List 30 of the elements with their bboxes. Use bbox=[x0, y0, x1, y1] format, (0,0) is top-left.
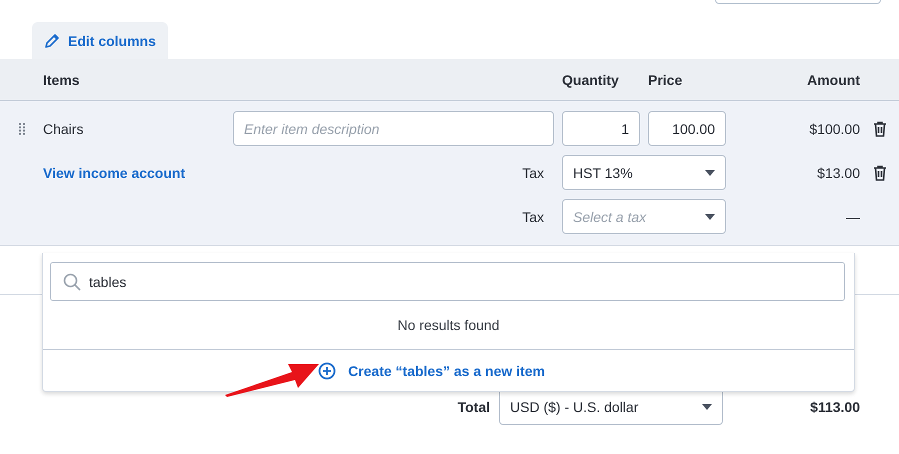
column-header: Items bbox=[43, 72, 81, 88]
column-header: Price bbox=[648, 72, 684, 88]
search-field[interactable]: tables bbox=[50, 262, 845, 301]
description-field[interactable]: Enter item description bbox=[233, 111, 554, 146]
column-header: Amount bbox=[806, 72, 860, 88]
no-results-text: No results found bbox=[398, 317, 500, 333]
caret-icon bbox=[705, 214, 715, 220]
caret-icon bbox=[705, 170, 715, 176]
caret-icon bbox=[702, 404, 712, 410]
trash-icon[interactable] bbox=[872, 164, 886, 180]
trash-icon[interactable] bbox=[872, 120, 886, 136]
income-account-link[interactable]: View income account bbox=[43, 164, 233, 180]
search-icon bbox=[63, 272, 81, 290]
column-header: Quantity bbox=[562, 72, 620, 88]
total-label: Total bbox=[456, 398, 490, 414]
amount-text: $100.00 bbox=[809, 120, 860, 136]
total-amount: $113.00 bbox=[809, 398, 861, 414]
tax-amount: $13.00 bbox=[817, 164, 860, 180]
item-name: Chairs bbox=[43, 120, 84, 136]
tax-label: Tax bbox=[522, 208, 545, 224]
tax-select[interactable]: HST 13% bbox=[562, 155, 726, 190]
tax-label: Tax bbox=[522, 164, 545, 180]
quantity-field[interactable]: 1 bbox=[562, 111, 640, 146]
price-field[interactable]: 100.00 bbox=[648, 111, 726, 146]
pencil-icon bbox=[44, 32, 60, 48]
tax-amount: — bbox=[846, 208, 860, 224]
edit-columns-tab[interactable]: Edit columns bbox=[32, 22, 168, 59]
drag-handle-icon[interactable] bbox=[18, 122, 26, 136]
plus-circle-icon bbox=[318, 362, 336, 380]
create-item-button[interactable]: Create “tables” as a new item bbox=[43, 350, 854, 391]
